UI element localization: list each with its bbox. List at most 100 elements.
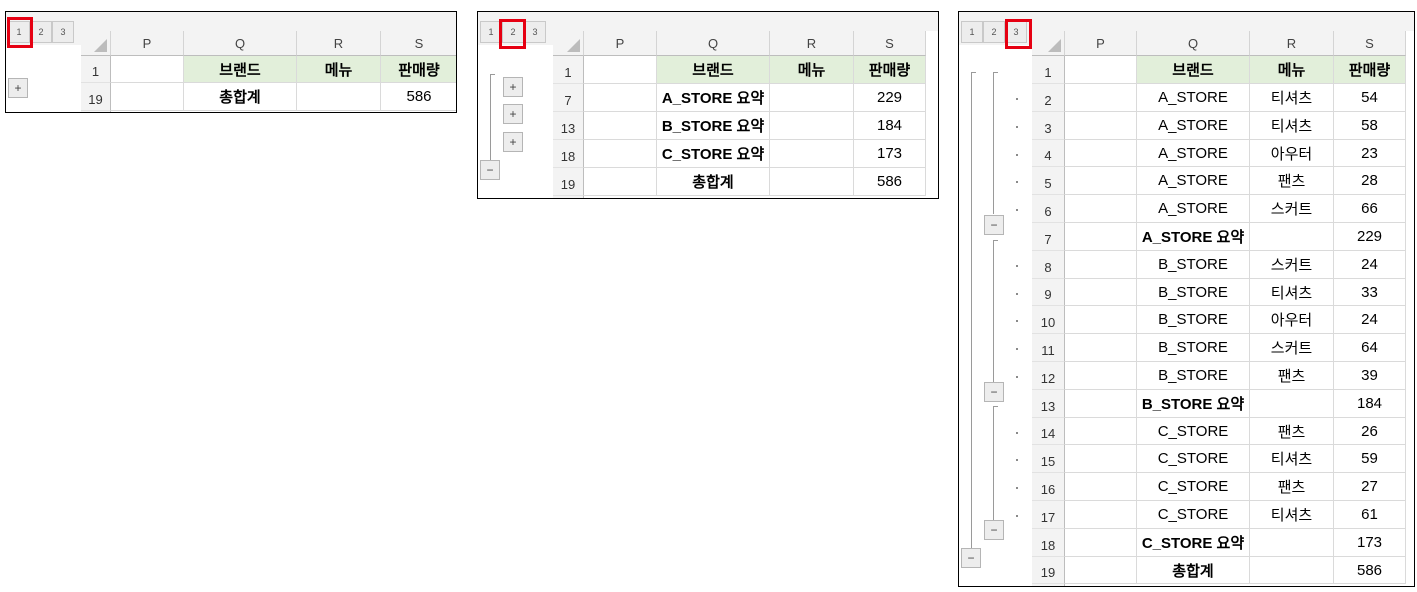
cell-sales[interactable]: 24	[1334, 306, 1406, 334]
header-menu[interactable]: 메뉴	[770, 56, 854, 84]
header-menu[interactable]: 메뉴	[1250, 56, 1334, 84]
cell-p[interactable]	[1065, 56, 1137, 84]
outline-level-2-button[interactable]: 2	[983, 21, 1005, 43]
row-header[interactable]: 18	[553, 140, 584, 168]
collapse-button[interactable]: −	[984, 520, 1004, 540]
subtotal-label[interactable]: A_STORE 요약	[657, 84, 770, 112]
row-header[interactable]: 5	[1032, 167, 1065, 195]
header-sales[interactable]: 판매량	[1334, 56, 1406, 84]
cell-menu[interactable]	[1250, 223, 1334, 251]
cell-sales[interactable]: 54	[1334, 84, 1406, 112]
row-header[interactable]: 14	[1032, 418, 1065, 445]
column-header-r[interactable]: R	[770, 31, 854, 56]
subtotal-value[interactable]: 173	[854, 140, 926, 168]
grand-total-value[interactable]: 586	[1334, 557, 1406, 584]
cell-brand[interactable]: B_STORE	[1137, 362, 1250, 390]
select-all-corner[interactable]	[81, 31, 111, 56]
row-header[interactable]: 16	[1032, 473, 1065, 501]
cell-sales[interactable]: 28	[1334, 167, 1406, 195]
cell-p[interactable]	[1065, 306, 1137, 334]
cell-p[interactable]	[1065, 445, 1137, 473]
row-header[interactable]: 3	[1032, 112, 1065, 140]
cell-brand[interactable]: B_STORE	[1137, 306, 1250, 334]
cell-brand[interactable]: A_STORE	[1137, 167, 1250, 195]
row-header[interactable]: 18	[1032, 529, 1065, 557]
outline-level-3-button[interactable]: 3	[524, 21, 546, 43]
row-header[interactable]: 19	[81, 83, 111, 111]
cell-p[interactable]	[1065, 418, 1137, 445]
row-header[interactable]: 13	[553, 112, 584, 140]
cell-p[interactable]	[584, 56, 657, 84]
cell-sales[interactable]: 24	[1334, 251, 1406, 279]
cell-brand[interactable]: A_STORE	[1137, 195, 1250, 223]
cell-p[interactable]	[111, 83, 184, 111]
row-header[interactable]: 13	[1032, 390, 1065, 418]
cell-menu[interactable]: 아우터	[1250, 306, 1334, 334]
cell-menu[interactable]: 티셔츠	[1250, 445, 1334, 473]
expand-button[interactable]: +	[503, 104, 523, 124]
column-header-s[interactable]: S	[854, 31, 926, 56]
cell-menu[interactable]: 스커트	[1250, 251, 1334, 279]
collapse-button[interactable]: −	[984, 215, 1004, 235]
cell-brand[interactable]: A_STORE	[1137, 140, 1250, 167]
grand-total-label[interactable]: 총합계	[1137, 557, 1250, 584]
cell-menu[interactable]: 티셔츠	[1250, 501, 1334, 529]
row-header[interactable]: 7	[1032, 223, 1065, 251]
column-header-s[interactable]: S	[1334, 31, 1406, 56]
cell-brand[interactable]: C_STORE	[1137, 473, 1250, 501]
cell-menu[interactable]: 팬츠	[1250, 362, 1334, 390]
cell-p[interactable]	[111, 56, 184, 83]
column-header-q[interactable]: Q	[184, 31, 297, 56]
cell-brand[interactable]: A_STORE	[1137, 112, 1250, 140]
collapse-button[interactable]: −	[961, 548, 981, 568]
column-header-q[interactable]: Q	[1137, 31, 1250, 56]
grand-total-label[interactable]: 총합계	[184, 83, 297, 111]
row-header[interactable]: 1	[1032, 56, 1065, 84]
row-header[interactable]: 19	[1032, 557, 1065, 584]
subtotal-label[interactable]: B_STORE 요약	[1137, 390, 1250, 418]
select-all-corner[interactable]	[553, 31, 584, 56]
grand-total-label[interactable]: 총합계	[657, 168, 770, 196]
cell-menu[interactable]: 티셔츠	[1250, 112, 1334, 140]
header-menu[interactable]: 메뉴	[297, 56, 381, 83]
column-header-r[interactable]: R	[1250, 31, 1334, 56]
subtotal-value[interactable]: 229	[1334, 223, 1406, 251]
cell-menu[interactable]	[770, 112, 854, 140]
cell-menu[interactable]	[770, 168, 854, 196]
row-header[interactable]: 11	[1032, 334, 1065, 362]
row-header[interactable]: 20	[81, 111, 111, 112]
row-header[interactable]: 7	[553, 84, 584, 112]
cell-menu[interactable]: 팬츠	[1250, 167, 1334, 195]
cell-menu[interactable]: 티셔츠	[1250, 84, 1334, 112]
subtotal-label[interactable]: C_STORE 요약	[657, 140, 770, 168]
subtotal-value[interactable]: 229	[854, 84, 926, 112]
grand-total-value[interactable]: 586	[381, 83, 456, 111]
cell-p[interactable]	[584, 140, 657, 168]
cell-p[interactable]	[1065, 529, 1137, 557]
row-header[interactable]: 4	[1032, 140, 1065, 167]
outline-level-1-button[interactable]: 1	[961, 21, 983, 43]
cell-p[interactable]	[1065, 223, 1137, 251]
cell-sales[interactable]: 64	[1334, 334, 1406, 362]
subtotal-label[interactable]: A_STORE 요약	[1137, 223, 1250, 251]
row-header[interactable]: 8	[1032, 251, 1065, 279]
row-header[interactable]: 17	[1032, 501, 1065, 529]
select-all-corner[interactable]	[1032, 31, 1065, 56]
cell-menu[interactable]: 팬츠	[1250, 473, 1334, 501]
cell-sales[interactable]: 26	[1334, 418, 1406, 445]
header-brand[interactable]: 브랜드	[1137, 56, 1250, 84]
cell-sales[interactable]: 61	[1334, 501, 1406, 529]
header-brand[interactable]: 브랜드	[657, 56, 770, 84]
column-header-s[interactable]: S	[381, 31, 456, 56]
cell-sales[interactable]: 33	[1334, 279, 1406, 306]
outline-level-2-button[interactable]: 2	[30, 21, 52, 43]
outline-level-3-button[interactable]: 3	[52, 21, 74, 43]
cell-brand[interactable]: C_STORE	[1137, 445, 1250, 473]
cell-p[interactable]	[1065, 112, 1137, 140]
cell-sales[interactable]: 59	[1334, 445, 1406, 473]
row-header[interactable]: 9	[1032, 279, 1065, 306]
cell-p[interactable]	[584, 112, 657, 140]
cell-brand[interactable]: B_STORE	[1137, 251, 1250, 279]
subtotal-value[interactable]: 173	[1334, 529, 1406, 557]
column-header-p[interactable]: P	[111, 31, 184, 56]
